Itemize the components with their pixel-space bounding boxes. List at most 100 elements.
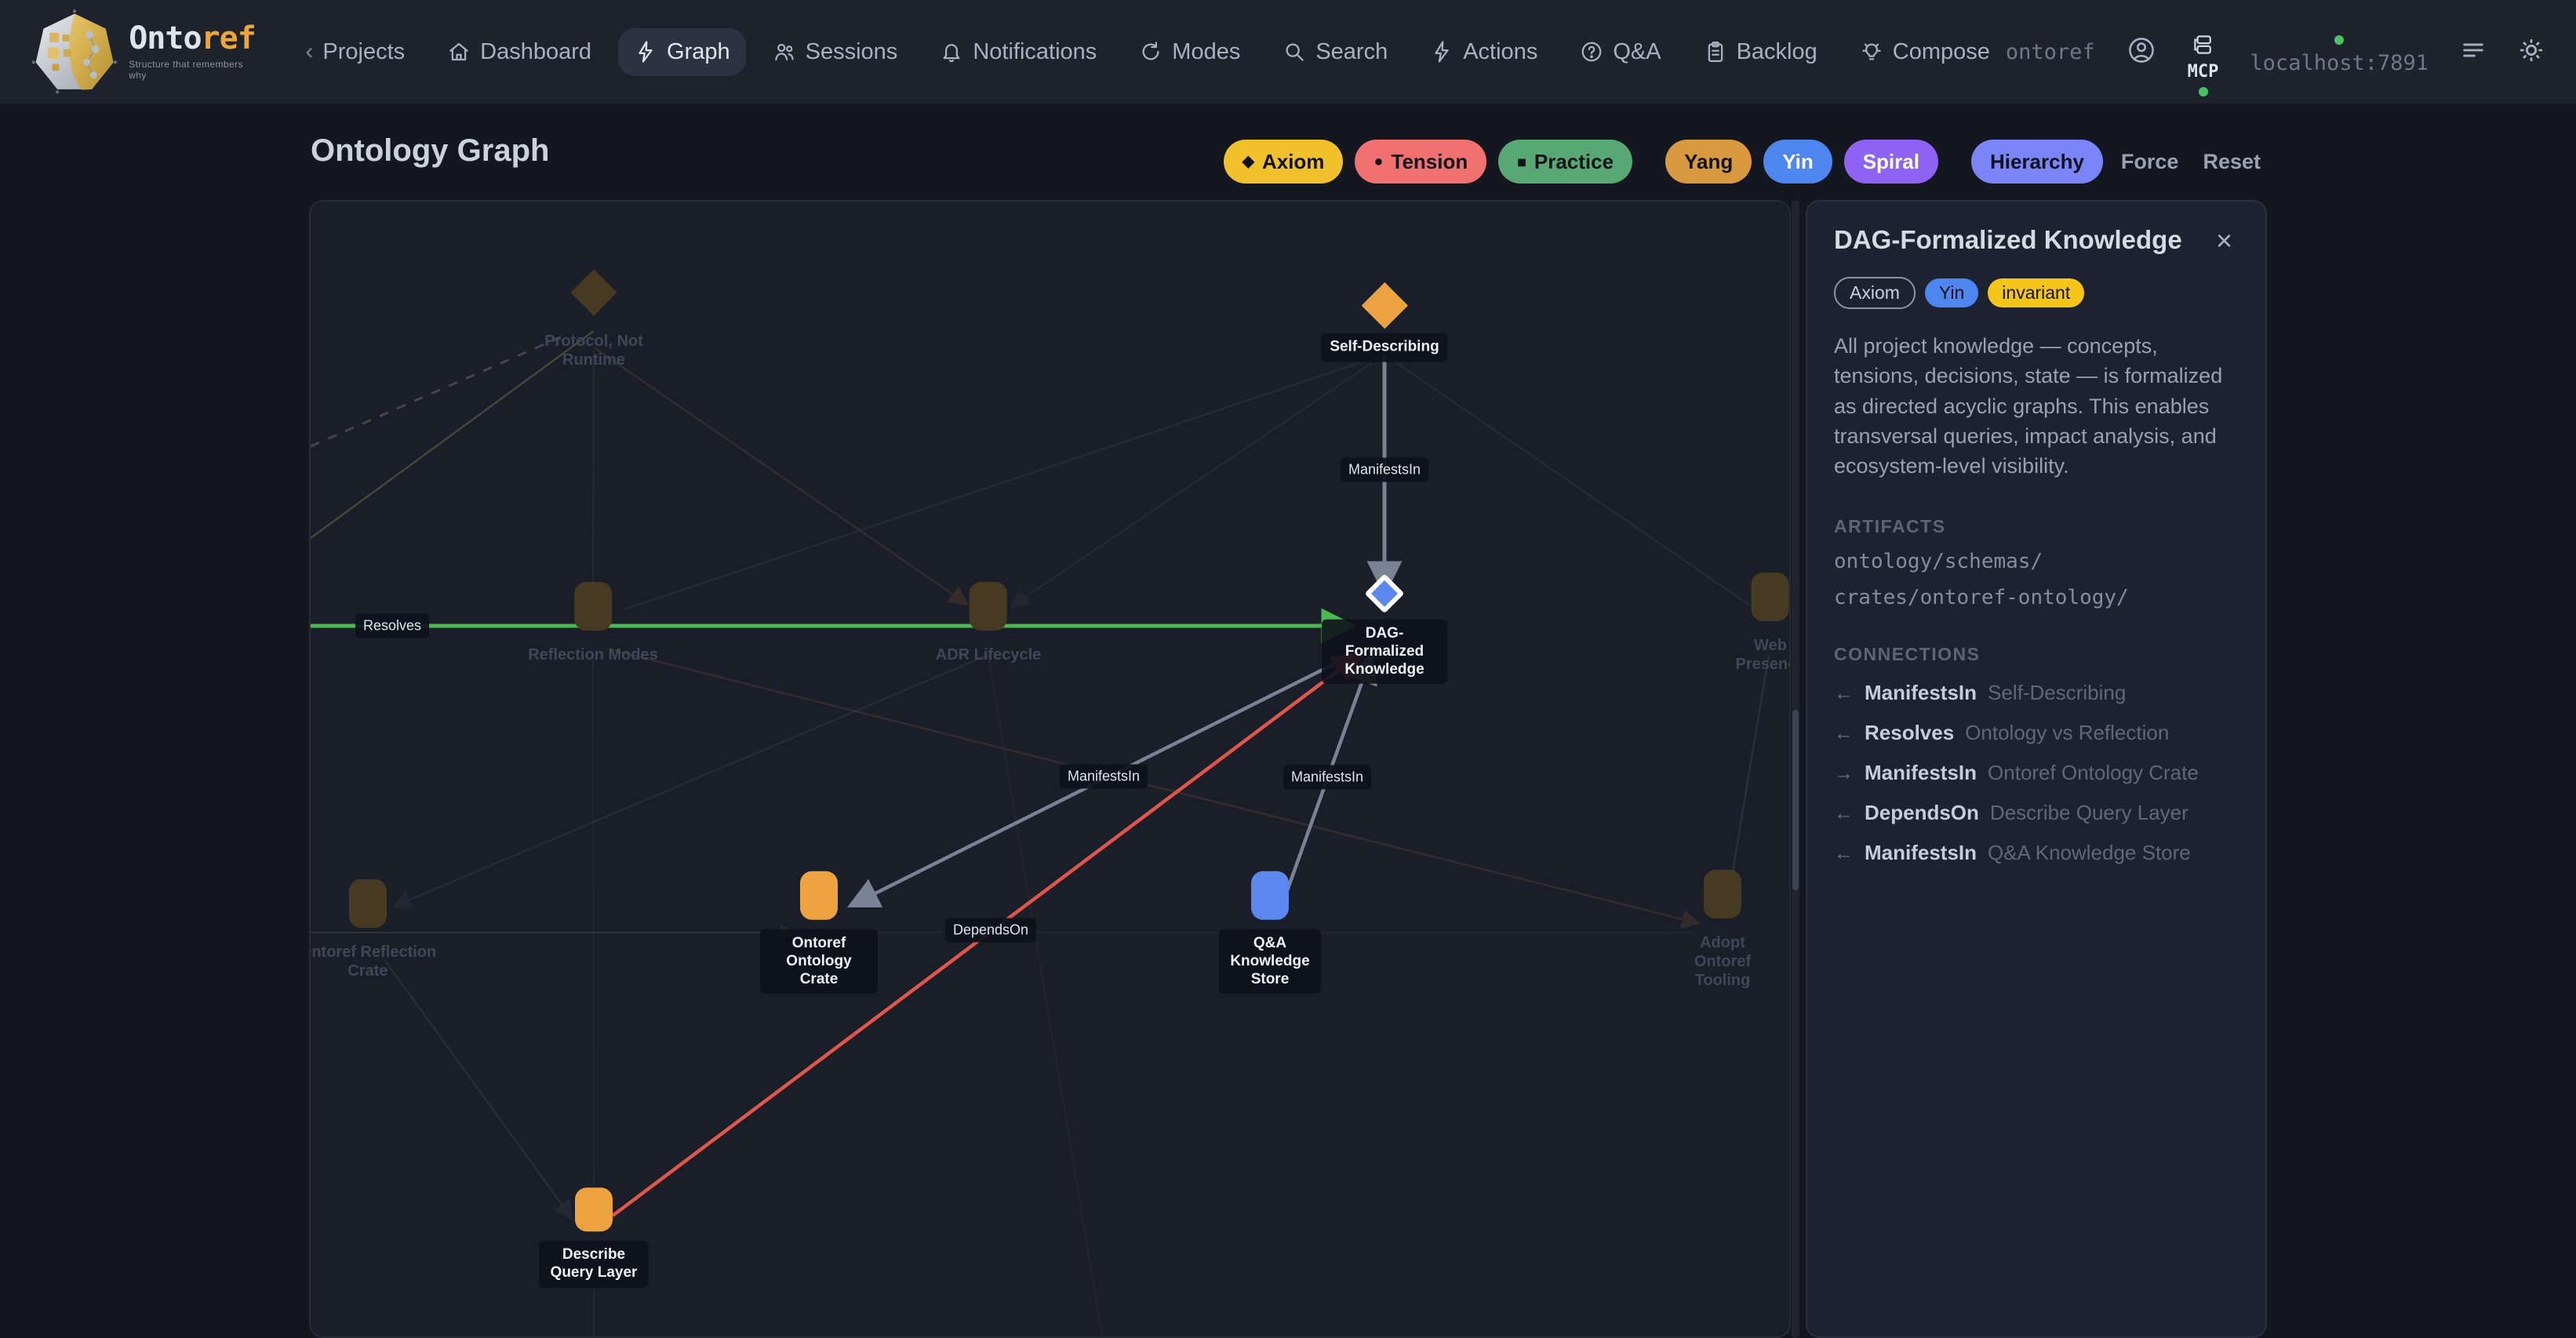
scrollbar-track bbox=[1792, 200, 1799, 1338]
close-icon[interactable]: × bbox=[2210, 225, 2239, 256]
rect-node-shape bbox=[1704, 870, 1741, 918]
bulb-icon bbox=[1860, 40, 1883, 64]
nav-item-dashboard[interactable]: Dashboard bbox=[431, 28, 607, 76]
nav-item-actions[interactable]: Actions bbox=[1414, 28, 1553, 76]
menu-icon[interactable] bbox=[2460, 37, 2487, 67]
nav-label: Compose bbox=[1893, 39, 1990, 65]
node-label: Ontoref Ontology Crate bbox=[760, 929, 878, 994]
theme-toggle-sun-icon[interactable] bbox=[2518, 37, 2545, 67]
graph-node-ontoref-ontology-crate[interactable]: Ontoref Ontology Crate bbox=[760, 871, 878, 994]
graph-node-adr-lifecycle[interactable]: ADR Lifecycle bbox=[927, 582, 1050, 670]
reset-button[interactable]: Reset bbox=[2196, 150, 2267, 174]
circle-glyph-icon: ● bbox=[1374, 154, 1383, 169]
graph-node-describe-query-layer[interactable]: Describe Query Layer bbox=[539, 1187, 649, 1288]
user-avatar-icon[interactable] bbox=[2127, 35, 2156, 69]
search-icon bbox=[1283, 40, 1306, 64]
top-navbar: Ontoref Structure that remembers why ‹ P… bbox=[0, 0, 2576, 104]
nav-item-compose[interactable]: Compose bbox=[1844, 28, 2006, 76]
node-label: Self-Describing bbox=[1321, 333, 1447, 362]
arrow-right-icon: → bbox=[1834, 762, 1854, 785]
graph-node-reflection-modes[interactable]: Reflection Modes bbox=[519, 582, 667, 670]
host-status-widget: localhost:7891 bbox=[2250, 35, 2429, 75]
artifact-path: crates/ontoref-ontology/ bbox=[1834, 586, 2239, 609]
nav-label: Sessions bbox=[806, 39, 898, 65]
nav-item-graph[interactable]: Graph bbox=[618, 28, 746, 76]
graph-node-protocol-not-runtime[interactable]: Protocol, Not Runtime bbox=[515, 268, 672, 375]
chevron-left-icon: ‹ bbox=[305, 40, 313, 64]
edge-label-dependson: DependsOn bbox=[945, 918, 1036, 943]
nav-item-search[interactable]: Search bbox=[1267, 28, 1403, 76]
node-label: Reflection Modes bbox=[519, 640, 667, 670]
nav-label: Modes bbox=[1172, 39, 1240, 65]
nav-item-projects[interactable]: ‹ Projects bbox=[289, 28, 420, 76]
detail-title: DAG-Formalized Knowledge bbox=[1834, 225, 2182, 255]
node-label: Adopt Ontoref Tooling bbox=[1686, 928, 1759, 995]
nav-item-modes[interactable]: Modes bbox=[1123, 28, 1256, 76]
arrow-left-icon: ← bbox=[1834, 802, 1854, 825]
connection-row[interactable]: ← DependsOn Describe Query Layer bbox=[1834, 801, 2239, 825]
host-status-dot bbox=[2334, 35, 2344, 45]
selected-diamond-node-shape bbox=[1365, 573, 1405, 613]
connection-row[interactable]: ← ManifestsIn Q&A Knowledge Store bbox=[1834, 841, 2239, 865]
graph-node-adopt-ontoref-tooling[interactable]: Adopt Ontoref Tooling bbox=[1686, 870, 1759, 995]
nav-item-notifications[interactable]: Notifications bbox=[924, 28, 1112, 76]
connection-row[interactable]: → ManifestsIn Ontoref Ontology Crate bbox=[1834, 761, 2239, 785]
clipboard-icon bbox=[1704, 40, 1727, 64]
node-label: ADR Lifecycle bbox=[927, 640, 1050, 670]
bell-icon bbox=[940, 40, 963, 64]
rect-node-shape bbox=[1752, 573, 1789, 621]
node-label: Describe Query Layer bbox=[539, 1241, 649, 1288]
rect-node-shape bbox=[800, 871, 838, 920]
main-nav: ‹ Projects Dashboard Graph Sessions Noti… bbox=[289, 28, 2005, 76]
brand[interactable]: Ontoref Structure that remembers why bbox=[31, 8, 261, 96]
nav-label: Search bbox=[1315, 39, 1388, 65]
bolt-icon bbox=[634, 40, 657, 64]
filter-yang[interactable]: Yang bbox=[1665, 140, 1752, 184]
filter-spiral[interactable]: Spiral bbox=[1844, 140, 1938, 184]
mcp-status-dot bbox=[2199, 87, 2208, 96]
connections-heading: CONNECTIONS bbox=[1834, 644, 2239, 665]
nav-label: Graph bbox=[667, 39, 730, 65]
filter-practice[interactable]: ◼Practice bbox=[1498, 140, 1632, 184]
cycle-icon bbox=[1139, 40, 1162, 64]
graph-node-ontoref-reflection-crate[interactable]: Ontoref Reflection Crate bbox=[309, 879, 446, 986]
arrow-left-icon: ← bbox=[1834, 682, 1854, 705]
layout-hierarchy-button[interactable]: Hierarchy bbox=[1971, 140, 2103, 184]
connection-row[interactable]: ← ManifestsIn Self-Describing bbox=[1834, 681, 2239, 705]
rect-node-shape bbox=[349, 879, 387, 928]
diamond-node-shape bbox=[570, 269, 617, 315]
arrow-left-icon: ← bbox=[1834, 842, 1854, 865]
home-icon bbox=[447, 40, 471, 64]
node-label: Q&A Knowledge Store bbox=[1219, 929, 1321, 994]
brand-name: Ontoref bbox=[129, 23, 261, 54]
nav-label: Projects bbox=[322, 39, 405, 65]
filter-toolbar: ◆Axiom ●Tension ◼Practice Yang Yin Spira… bbox=[1255, 140, 2267, 184]
nav-item-sessions[interactable]: Sessions bbox=[757, 28, 914, 76]
nav-item-backlog[interactable]: Backlog bbox=[1688, 28, 1833, 76]
graph-node-web-presence[interactable]: Web Presence bbox=[1727, 573, 1791, 679]
ontoref-logo-icon bbox=[31, 8, 118, 96]
artifact-path: ontology/schemas/ bbox=[1834, 550, 2239, 573]
graph-node-self-describing[interactable]: Self-Describing bbox=[1321, 282, 1447, 362]
layout-force-button[interactable]: Force bbox=[2115, 150, 2185, 174]
filter-yin[interactable]: Yin bbox=[1763, 140, 1832, 184]
mcp-status-widget[interactable]: MCP bbox=[2188, 33, 2219, 96]
filter-tension[interactable]: ●Tension bbox=[1355, 140, 1486, 184]
filter-axiom[interactable]: ◆Axiom bbox=[1224, 140, 1344, 184]
connection-row[interactable]: ← Resolves Ontology vs Reflection bbox=[1834, 721, 2239, 745]
mcp-label: MCP bbox=[2188, 62, 2219, 82]
graph-node-qa-knowledge-store[interactable]: Q&A Knowledge Store bbox=[1219, 871, 1321, 994]
project-name: ontoref bbox=[2006, 40, 2095, 64]
diamond-glyph-icon: ◆ bbox=[1243, 154, 1254, 169]
rect-node-shape bbox=[574, 582, 612, 631]
nav-label: Q&A bbox=[1613, 39, 1661, 65]
edge-label-manifestsin: ManifestsIn bbox=[1060, 765, 1148, 789]
ontology-graph-canvas[interactable]: Resolves ManifestsIn ManifestsIn Manifes… bbox=[309, 200, 1791, 1338]
nav-item-qa[interactable]: Q&A bbox=[1564, 28, 1676, 76]
badge-invariant: invariant bbox=[1988, 278, 2084, 307]
graph-node-dag-formalized-knowledge[interactable]: DAG-Formalized Knowledge bbox=[1322, 569, 1447, 684]
scrollbar-thumb[interactable] bbox=[1792, 710, 1799, 890]
bolt-icon bbox=[1430, 40, 1454, 64]
diamond-node-shape bbox=[1361, 282, 1407, 329]
detail-description: All project knowledge — concepts, tensio… bbox=[1834, 331, 2239, 482]
